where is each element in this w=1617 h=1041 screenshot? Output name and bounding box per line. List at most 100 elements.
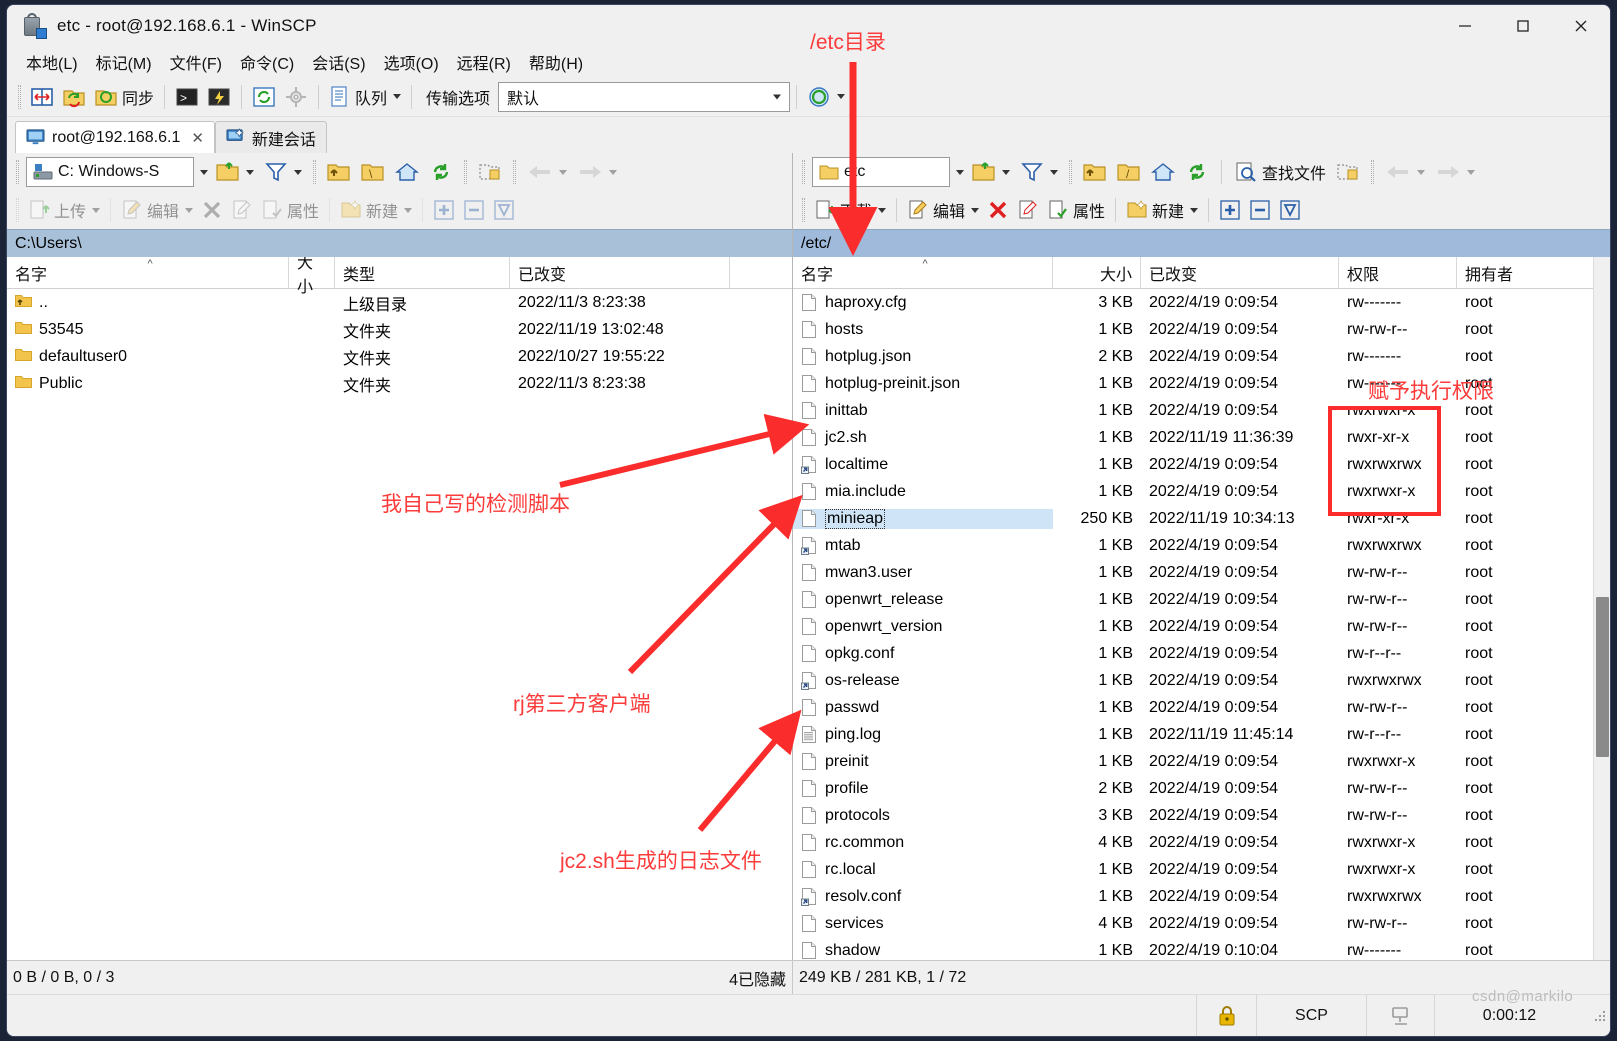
- file-name-cell[interactable]: rc.common: [793, 833, 1053, 853]
- file-name-cell[interactable]: profile: [793, 779, 1053, 799]
- local-rename-button[interactable]: [227, 194, 257, 226]
- table-row[interactable]: protocols 3 KB 2022/4/19 0:09:54 rw-rw-r-- r…: [793, 802, 1610, 829]
- file-name-cell[interactable]: jc2.sh: [793, 428, 1053, 448]
- remote-col-permissions[interactable]: 权限: [1339, 257, 1457, 288]
- queue-button[interactable]: 队列: [325, 81, 405, 113]
- upload-caret-icon[interactable]: [92, 207, 101, 213]
- remote-select-more-button[interactable]: [1215, 194, 1245, 226]
- open-terminal-button[interactable]: >: [171, 81, 203, 113]
- remote-filter-button[interactable]: [1016, 156, 1062, 188]
- file-name-cell[interactable]: inittab: [793, 401, 1053, 421]
- remote-select-all-button[interactable]: [1275, 194, 1305, 226]
- file-name-cell[interactable]: ..: [7, 293, 289, 313]
- file-name-cell[interactable]: localtime: [793, 455, 1053, 475]
- local-edit-button[interactable]: 编辑: [117, 194, 197, 226]
- local-select-less-button[interactable]: [459, 194, 489, 226]
- remote-root-dir-button[interactable]: /: [1113, 156, 1145, 188]
- menu-commands[interactable]: 命令(C): [231, 47, 303, 77]
- local-bookmark-grip[interactable]: [464, 160, 467, 184]
- local-bookmark-button[interactable]: [474, 156, 506, 188]
- table-row[interactable]: haproxy.cfg 3 KB 2022/4/19 0:09:54 rw------…: [793, 289, 1610, 316]
- session-tab-active[interactable]: root@192.168.6.1 ✕: [15, 121, 215, 153]
- remote-open-dir-button[interactable]: [968, 156, 1014, 188]
- local-col-name[interactable]: 名字 ^: [7, 257, 289, 288]
- upload-button[interactable]: 上传: [24, 194, 104, 226]
- menu-help[interactable]: 帮助(H): [520, 47, 592, 77]
- file-name-cell[interactable]: openwrt_version: [793, 617, 1053, 637]
- transfer-button-caret-icon[interactable]: [837, 94, 846, 99]
- transfer-settings-button[interactable]: [803, 81, 849, 113]
- table-row[interactable]: hosts 1 KB 2022/4/19 0:09:54 rw-rw-r-- root: [793, 316, 1610, 343]
- local-grid-body[interactable]: .. 上级目录 2022/11/3 8:23:38 53545 文件夹 2022/11/1…: [7, 289, 792, 960]
- file-name-cell[interactable]: mia.include: [793, 482, 1053, 502]
- menu-mark[interactable]: 标记(M): [87, 47, 161, 77]
- sync-browsing-button[interactable]: [58, 81, 90, 113]
- local-col-type[interactable]: 类型: [335, 257, 510, 288]
- local-refresh-button[interactable]: [425, 156, 457, 188]
- local-back-caret-icon[interactable]: [559, 169, 567, 175]
- remote-edit-button[interactable]: 编辑: [903, 194, 983, 226]
- file-name-cell[interactable]: hotplug.json: [793, 347, 1053, 367]
- local-history-grip[interactable]: [513, 160, 516, 184]
- table-row[interactable]: rc.common 4 KB 2022/4/19 0:09:54 rwxrwxr-x r…: [793, 829, 1610, 856]
- file-name-cell[interactable]: protocols: [793, 806, 1053, 826]
- local-open-dir-caret-icon[interactable]: [246, 169, 254, 175]
- table-row[interactable]: jc2.sh 1 KB 2022/11/19 11:36:39 rwxr-xr-x ro…: [793, 424, 1610, 451]
- remote-history-grip[interactable]: [1371, 160, 1375, 184]
- remote-open-dir-caret-icon[interactable]: [1002, 169, 1010, 175]
- menu-remote[interactable]: 远程(R): [448, 47, 520, 77]
- table-row[interactable]: openwrt_release 1 KB 2022/4/19 0:09:54 rw-r…: [793, 586, 1610, 613]
- local-drive-caret-icon[interactable]: [200, 169, 208, 175]
- split-panels-button[interactable]: [26, 81, 58, 113]
- file-name-cell[interactable]: mtab: [793, 536, 1053, 556]
- local-delete-button[interactable]: [197, 194, 227, 226]
- transfer-settings-caret-icon[interactable]: [773, 94, 782, 99]
- table-row-selected[interactable]: minieap 250 KB 2022/11/19 10:34:13 rwxr-xr-…: [793, 505, 1610, 532]
- local-drive-dropdown[interactable]: [196, 156, 210, 188]
- remote-grid-body[interactable]: haproxy.cfg 3 KB 2022/4/19 0:09:54 rw------…: [793, 289, 1610, 960]
- menu-files[interactable]: 文件(F): [161, 47, 231, 77]
- remote-select-less-button[interactable]: [1245, 194, 1275, 226]
- remote-bookmark-button[interactable]: [1332, 156, 1364, 188]
- file-name-cell[interactable]: preinit: [793, 752, 1053, 772]
- remote-toolbar-grip[interactable]: [802, 160, 805, 184]
- table-row[interactable]: .. 上级目录 2022/11/3 8:23:38: [7, 289, 792, 316]
- download-caret-icon[interactable]: [878, 207, 887, 213]
- new-session-tab[interactable]: 新建会话: [214, 121, 327, 153]
- table-row[interactable]: services 4 KB 2022/4/19 0:09:54 rw-rw-r-- ro…: [793, 910, 1610, 937]
- remote-dir-dropdown[interactable]: [952, 156, 966, 188]
- local-filter-caret-icon[interactable]: [294, 169, 302, 175]
- local-new-button[interactable]: 新建: [336, 194, 416, 226]
- local-new-caret-icon[interactable]: [404, 207, 413, 213]
- local-home-dir-button[interactable]: [391, 156, 423, 188]
- remote-refresh-button[interactable]: [1181, 156, 1213, 188]
- remote-dir-combo[interactable]: etc: [812, 157, 950, 187]
- local-col-modified[interactable]: 已改变: [510, 257, 730, 288]
- remote-dir-caret-icon[interactable]: [956, 169, 964, 175]
- table-row[interactable]: ping.log 1 KB 2022/11/19 11:45:14 rw-r--r--…: [793, 721, 1610, 748]
- local-forward-button[interactable]: [573, 156, 621, 188]
- remote-nav-grip[interactable]: [1069, 160, 1072, 184]
- queue-caret-icon[interactable]: [393, 94, 402, 99]
- local-toolbar-grip[interactable]: [16, 160, 19, 184]
- maximize-button[interactable]: [1494, 5, 1552, 47]
- transfer-settings-combo[interactable]: 默认: [498, 81, 791, 112]
- remote-col-modified[interactable]: 已改变: [1141, 257, 1339, 288]
- table-row[interactable]: rc.local 1 KB 2022/4/19 0:09:54 rwxrwxr-x ro…: [793, 856, 1610, 883]
- file-name-cell[interactable]: openwrt_release: [793, 590, 1053, 610]
- remote-home-dir-button[interactable]: [1147, 156, 1179, 188]
- local-root-dir-button[interactable]: \: [357, 156, 389, 188]
- remote-parent-dir-button[interactable]: [1079, 156, 1111, 188]
- remote-col-size[interactable]: 大小: [1053, 257, 1141, 288]
- local-nav-grip[interactable]: [313, 160, 316, 184]
- remote-path-bar[interactable]: /etc/: [793, 229, 1610, 257]
- file-name-cell[interactable]: ping.log: [793, 725, 1053, 745]
- table-row[interactable]: localtime 1 KB 2022/4/19 0:09:54 rwxrwxrwx r…: [793, 451, 1610, 478]
- table-row[interactable]: os-release 1 KB 2022/4/19 0:09:54 rwxrwxrwx…: [793, 667, 1610, 694]
- file-name-cell[interactable]: os-release: [793, 671, 1053, 691]
- remote-forward-caret-icon[interactable]: [1467, 169, 1476, 175]
- local-drive-combo[interactable]: C: Windows-S: [26, 157, 194, 187]
- synchronize-button[interactable]: 同步: [90, 81, 158, 113]
- local-col-size[interactable]: 大小: [289, 257, 335, 296]
- file-name-cell[interactable]: shadow: [793, 941, 1053, 961]
